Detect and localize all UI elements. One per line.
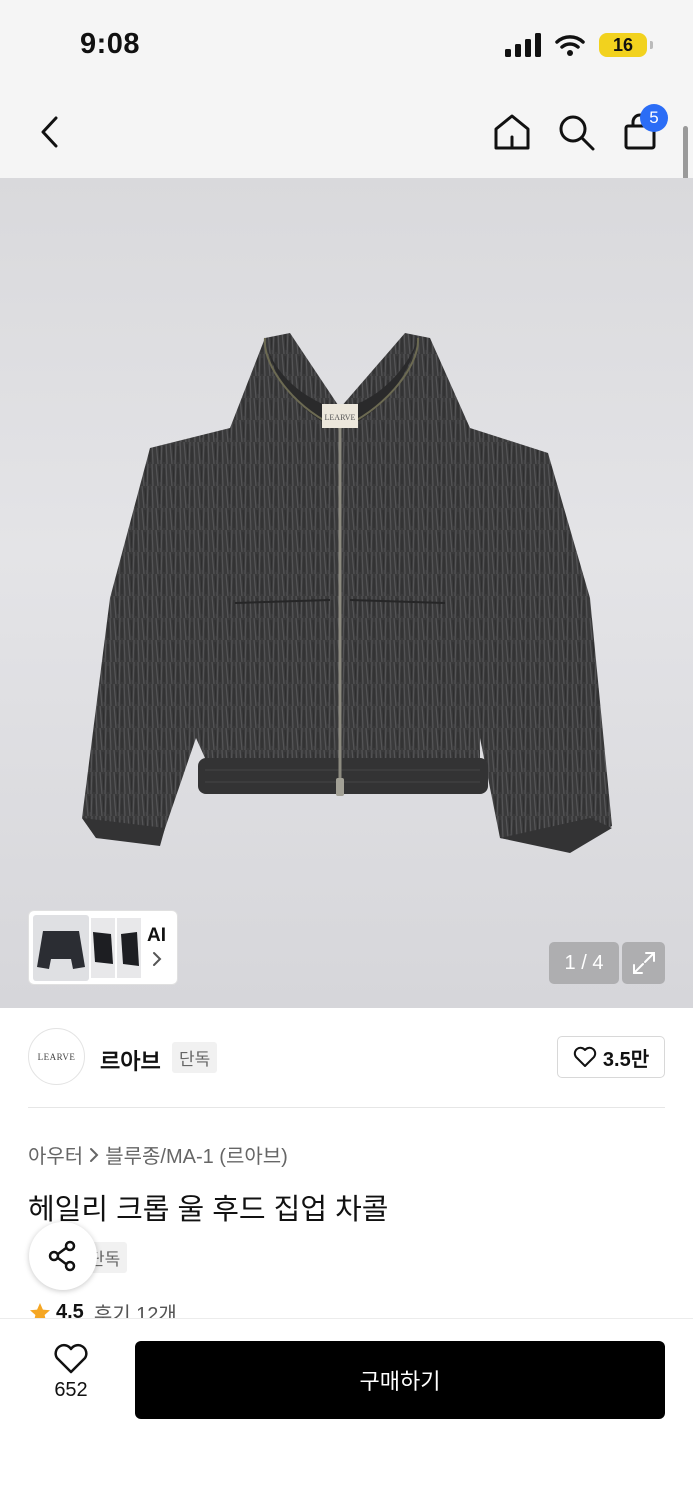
status-time: 9:08 [80, 28, 141, 60]
breadcrumb-subcategory[interactable]: 블루종/MA-1 (르아브) [105, 1140, 288, 1169]
wishlist-count: 652 [54, 1379, 88, 1401]
chevron-right-icon [90, 1147, 99, 1162]
chevron-right-icon [153, 952, 162, 966]
buy-button[interactable]: 구매하기 [135, 1341, 665, 1419]
chevron-left-icon [41, 116, 58, 148]
jacket-brand-label: LEARVE [325, 413, 356, 422]
product-image-gallery[interactable]: LEARVE AI 1 / 4 [0, 178, 693, 1008]
image-page-indicator: 1 / 4 [549, 942, 619, 984]
home-icon [494, 114, 530, 150]
wishlist-button[interactable]: 652 [40, 1343, 102, 1413]
expand-icon [632, 952, 655, 974]
heart-icon [54, 1344, 88, 1374]
ai-thumbnail-3 [117, 917, 141, 978]
home-button[interactable] [488, 108, 536, 156]
brand-logo[interactable]: LEARVE [28, 1028, 85, 1085]
signal-icon [505, 33, 541, 57]
ai-label: AI [147, 925, 166, 946]
breadcrumb: 아우터 블루종/MA-1 (르아브) [28, 1140, 288, 1169]
battery-level: 16 [612, 34, 634, 55]
brand-exclusive-tag: 단독 [172, 1042, 218, 1073]
divider [28, 1107, 665, 1108]
expand-image-button[interactable] [622, 942, 665, 984]
back-button[interactable] [26, 108, 74, 156]
ai-styling-thumbnail-strip[interactable]: AI [28, 910, 178, 985]
brand-like-count: 3.5만 [602, 1048, 650, 1071]
battery-icon: 16 [599, 33, 653, 57]
search-icon [559, 115, 595, 151]
bottom-action-bar: 652 구매하기 [0, 1318, 693, 1500]
breadcrumb-category[interactable]: 아우터 [28, 1140, 83, 1169]
share-button[interactable] [29, 1222, 97, 1290]
status-bar: 9:08 16 [0, 0, 693, 90]
heart-icon [573, 1046, 597, 1067]
ai-thumbnail-2 [91, 917, 115, 978]
wifi-icon [555, 35, 585, 56]
cart-count-badge: 5 [640, 104, 668, 132]
share-icon [48, 1240, 76, 1272]
brand-name[interactable]: 르아브 [100, 1044, 161, 1076]
search-button[interactable] [552, 108, 600, 156]
brand-like-button[interactable]: 3.5만 [557, 1036, 665, 1078]
ai-thumbnail-main [33, 914, 89, 981]
product-jacket-image: LEARVE [82, 333, 612, 853]
status-icons: 16 [505, 33, 653, 57]
cart-button[interactable]: 5 [616, 104, 668, 156]
product-title: 헤일리 크롭 울 후드 집업 차콜 [28, 1194, 389, 1226]
top-nav: 5 [0, 90, 693, 178]
brand-row: LEARVE 르아브 단독 3.5만 [28, 1028, 665, 1086]
